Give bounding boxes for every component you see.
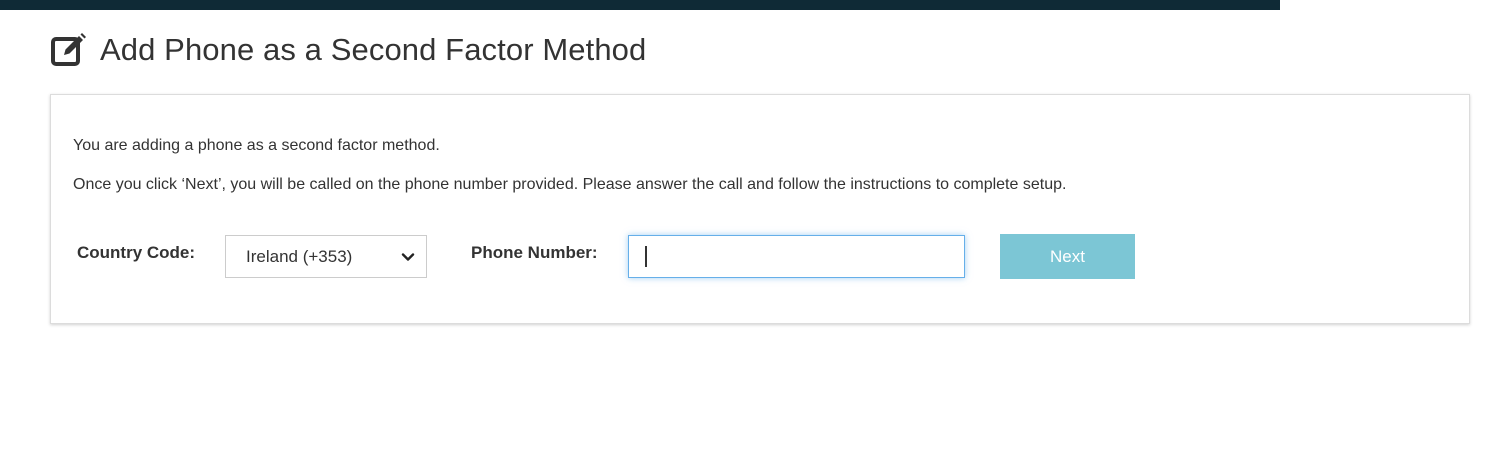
country-code-value: Ireland (+353) [246, 246, 353, 266]
next-button[interactable]: Next [1000, 234, 1135, 279]
top-header-bar [0, 0, 1280, 10]
chevron-down-icon [400, 249, 416, 265]
intro-text: You are adding a phone as a second facto… [73, 137, 440, 154]
country-code-select[interactable]: Ireland (+353) [225, 235, 427, 278]
page-title: Add Phone as a Second Factor Method [100, 32, 647, 67]
country-code-label: Country Code: [77, 243, 196, 262]
setup-panel: You are adding a phone as a second facto… [50, 94, 1470, 324]
text-cursor [645, 246, 647, 267]
phone-number-input[interactable] [628, 235, 965, 278]
edit-icon [50, 31, 88, 69]
instructions-text: Once you click ‘Next’, you will be calle… [73, 176, 1067, 193]
phone-number-label: Phone Number: [471, 243, 598, 262]
page-header: Add Phone as a Second Factor Method [50, 30, 646, 70]
